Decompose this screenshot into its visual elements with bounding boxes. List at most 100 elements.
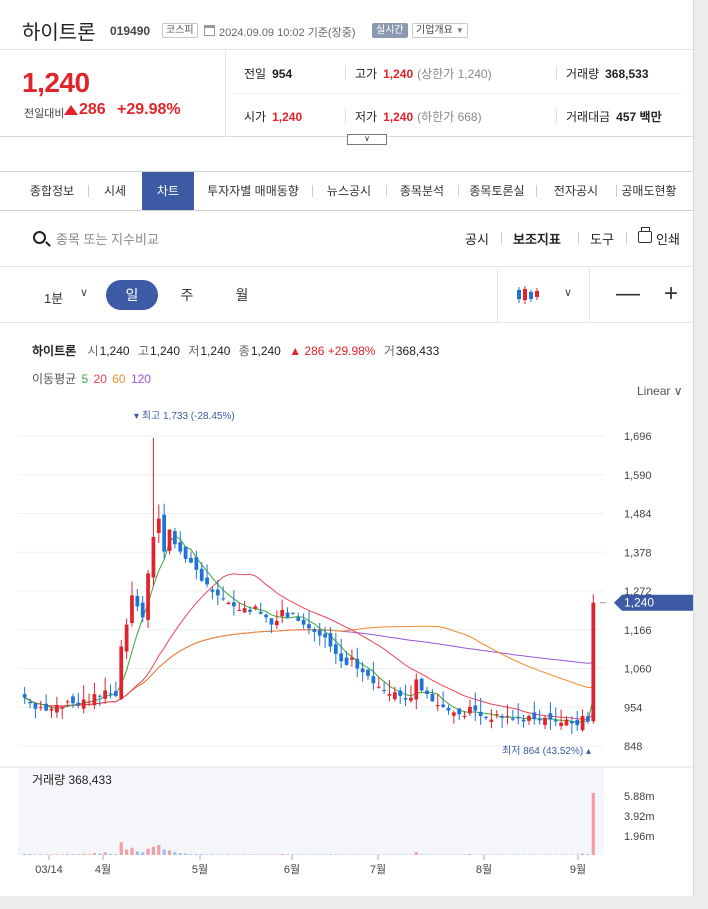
- candle-body: [323, 633, 327, 638]
- candle-body: [71, 696, 75, 704]
- search-icon[interactable]: [33, 231, 46, 244]
- period-day-button[interactable]: 일: [106, 280, 158, 310]
- print-button[interactable]: 인쇄: [656, 229, 680, 248]
- volume-bar: [124, 849, 129, 855]
- candle-body: [537, 718, 542, 721]
- candle-body: [232, 602, 236, 607]
- live-badge[interactable]: 실시간: [372, 23, 408, 38]
- zoom-out-button[interactable]: —: [616, 279, 640, 309]
- disclosure-button[interactable]: 공시: [465, 229, 489, 248]
- volume-bar: [580, 853, 585, 855]
- candle-body: [307, 624, 311, 629]
- chevron-down-icon[interactable]: ∨: [80, 286, 88, 299]
- company-info-button[interactable]: 기업개요 ▼: [412, 23, 468, 38]
- tab-4[interactable]: 투자자별 매매동향: [194, 172, 312, 210]
- volume-bar: [146, 848, 150, 855]
- candle-body: [162, 514, 167, 552]
- volume-bar: [103, 852, 107, 855]
- candle-body: [146, 573, 150, 620]
- candle-body: [441, 704, 445, 707]
- candle-body: [253, 606, 258, 609]
- zoom-in-button[interactable]: +: [664, 279, 678, 309]
- quote-sep: [345, 66, 346, 80]
- minute-period-select[interactable]: 1분: [44, 288, 63, 307]
- candle-body: [38, 706, 43, 708]
- candle-body: [366, 669, 370, 676]
- candle-body: [435, 705, 440, 707]
- ma-5: 5: [81, 372, 89, 386]
- candle-body: [360, 668, 365, 673]
- candle-body: [274, 620, 279, 626]
- tab-8[interactable]: 전자공시: [536, 172, 616, 210]
- candle-body: [414, 679, 419, 700]
- tab-5[interactable]: 뉴스공시: [312, 172, 386, 210]
- candle-body: [532, 712, 537, 719]
- ma-60: 60: [112, 372, 126, 386]
- candle-body: [505, 716, 510, 718]
- volume-bar: [173, 852, 177, 855]
- price-chart[interactable]: 1,6961,5901,4841,3781,2721,1661,06095484…: [0, 395, 694, 875]
- tab-1[interactable]: 종합정보: [16, 172, 88, 210]
- candle-body: [521, 719, 526, 722]
- volume-bar: [178, 853, 182, 855]
- volume-bar: [586, 854, 590, 855]
- period-week-button[interactable]: 주: [161, 280, 213, 310]
- candle-body: [510, 718, 515, 720]
- compare-search-input[interactable]: [56, 229, 316, 249]
- legend-high: 1,240: [149, 344, 181, 358]
- moving-average-legend[interactable]: 이동평균 5 20 60 120: [32, 370, 153, 387]
- candle-body: [44, 703, 49, 711]
- candle-body: [473, 705, 478, 711]
- candle-body: [559, 722, 564, 727]
- y-tick-label: 954: [624, 702, 642, 714]
- candle-body: [387, 694, 392, 696]
- candle-body: [312, 629, 317, 632]
- stock-code: 019490: [110, 24, 151, 38]
- volume-cell: 거래량 368,533: [566, 65, 649, 82]
- lower-limit: (하한가 668): [417, 110, 482, 124]
- candle-body: [382, 690, 386, 692]
- volume-bar: [253, 854, 257, 855]
- candle-body: [328, 633, 333, 647]
- current-price: 1,240: [22, 67, 90, 98]
- candle-body: [65, 701, 70, 703]
- ma-label: 이동평균: [32, 372, 77, 386]
- tab-6[interactable]: 종목분석: [386, 172, 458, 210]
- tab-2[interactable]: 시세: [88, 172, 142, 210]
- chevron-down-icon[interactable]: ∨: [564, 286, 572, 299]
- candle-body: [392, 692, 397, 700]
- legend-close-label: 종: [238, 344, 250, 358]
- quote-sep: [556, 109, 557, 123]
- legend-open: 1,240: [99, 344, 130, 358]
- expand-quote-button[interactable]: ∨: [347, 134, 387, 145]
- period-sep: [589, 268, 590, 323]
- indicator-button[interactable]: 보조지표: [513, 229, 561, 248]
- tab-9[interactable]: 공매도현황: [616, 172, 682, 210]
- ma-20-line: [24, 573, 594, 720]
- candlestick-chart-icon[interactable]: [516, 284, 542, 306]
- open-value: 1,240: [272, 110, 303, 124]
- stock-tabs: 종합정보 시세 차트 투자자별 매매동향 뉴스공시 종목분석 종목토론실 전자공시 공매도현황: [0, 171, 693, 211]
- period-sep: [497, 268, 498, 323]
- tab-3[interactable]: 차트: [142, 172, 194, 210]
- candle-body: [119, 646, 124, 699]
- candle-body: [258, 611, 263, 614]
- volume-bar: [119, 842, 123, 855]
- volume-bar: [151, 846, 156, 855]
- ma-120-line: [24, 629, 594, 707]
- change-amount: 286: [79, 101, 106, 118]
- tab-7[interactable]: 종목토론실: [458, 172, 536, 210]
- x-tick-label: 9월: [570, 863, 586, 875]
- prev-close-cell: 전일 954: [244, 65, 292, 82]
- candle-body: [264, 614, 268, 618]
- legend-volume: 368,433: [395, 344, 440, 358]
- period-month-button[interactable]: 월: [216, 280, 268, 310]
- tools-button[interactable]: 도구: [590, 229, 614, 248]
- chart-toolbar: 공시 보조지표 도구 인쇄: [0, 212, 693, 267]
- y-tick-label: 1,378: [624, 547, 652, 559]
- volume-label: 거래량: [566, 67, 600, 81]
- candle-body: [173, 531, 177, 545]
- y-tick-label: 1,590: [624, 470, 652, 482]
- print-icon[interactable]: [638, 227, 652, 243]
- volume-tick-label: 3.92m: [624, 811, 655, 823]
